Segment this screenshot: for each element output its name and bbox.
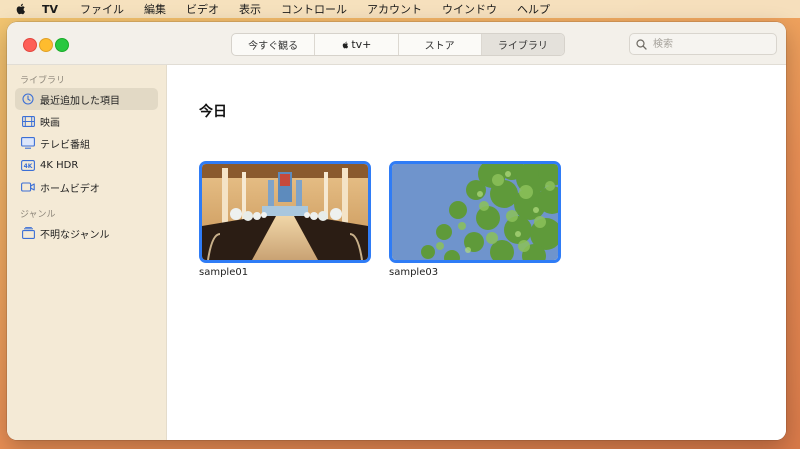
apple-logo-icon [343, 41, 349, 48]
video-tile-sample03[interactable]: sample03 [389, 161, 561, 278]
menu-bar: TV ファイル 編集 ビデオ 表示 コントロール アカウント ウインドウ ヘルプ [0, 0, 800, 18]
search-field[interactable] [629, 33, 777, 55]
menu-app-tv[interactable]: TV [42, 3, 58, 16]
menu-view[interactable]: 表示 [239, 1, 261, 17]
menu-edit[interactable]: 編集 [144, 1, 166, 17]
video-title: sample01 [199, 267, 249, 278]
tab-library[interactable]: ライブラリ [481, 34, 564, 55]
tab-apple-tv-plus[interactable]: tv+ [315, 34, 399, 55]
tab-watch-now[interactable]: 今すぐ観る [232, 34, 316, 55]
menu-controls[interactable]: コントロール [281, 1, 347, 17]
zoom-window-button[interactable] [55, 38, 69, 52]
menu-video[interactable]: ビデオ [186, 1, 219, 17]
tv-app-window: 今すぐ観る tv+ ストア ライブラリ ライブラ [7, 22, 786, 440]
video-thumbnail-tree[interactable] [389, 161, 561, 263]
video-thumbnail-chapel[interactable] [199, 161, 371, 263]
sidebar-item-4k-hdr[interactable]: 4K 4K HDR [15, 154, 158, 176]
video-camera-icon [21, 181, 35, 193]
sidebar-item-unknown-genre[interactable]: 不明なジャンル [15, 222, 158, 244]
minimize-window-button[interactable] [39, 38, 53, 52]
sidebar: ライブラリ 最近追加した項目 映画 テレビ番組 4K 4K HDR ホームビデオ… [7, 65, 167, 440]
sidebar-item-home-videos[interactable]: ホームビデオ [15, 176, 158, 198]
menu-window[interactable]: ウインドウ [442, 1, 497, 17]
top-tabs: 今すぐ観る tv+ ストア ライブラリ [231, 33, 565, 56]
sidebar-item-recently-added[interactable]: 最近追加した項目 [15, 88, 158, 110]
clock-icon [21, 93, 35, 105]
tab-store-label: ストア [424, 41, 455, 52]
video-title: sample03 [389, 267, 439, 278]
4k-icon: 4K [21, 159, 35, 171]
section-heading-today: 今日 [199, 104, 227, 120]
tab-store[interactable]: ストア [399, 34, 482, 55]
sidebar-item-label: ホームビデオ [40, 183, 100, 195]
sidebar-item-label: テレビ番組 [40, 139, 90, 151]
search-input[interactable] [651, 37, 765, 51]
sidebar-section-library: ライブラリ [20, 76, 66, 86]
library-content: 今日 sample01 sample03 [167, 65, 786, 440]
menu-file[interactable]: ファイル [80, 1, 124, 17]
tab-library-label: ライブラリ [497, 41, 548, 52]
sidebar-item-tv-shows[interactable]: テレビ番組 [15, 132, 158, 154]
tab-watch-now-label: 今すぐ観る [248, 41, 299, 52]
film-icon [21, 115, 35, 127]
apple-icon[interactable] [14, 2, 28, 16]
sidebar-item-label: 最近追加した項目 [40, 95, 120, 107]
search-icon [636, 38, 647, 50]
close-window-button[interactable] [23, 38, 37, 52]
sidebar-item-label: 4K HDR [40, 159, 79, 171]
svg-text:4K: 4K [24, 163, 33, 170]
genre-stack-icon [21, 227, 35, 239]
tree-sky-image [392, 164, 558, 260]
sidebar-item-label: 映画 [40, 117, 60, 129]
title-bar: 今すぐ観る tv+ ストア ライブラリ [7, 22, 786, 65]
menu-help[interactable]: ヘルプ [517, 1, 550, 17]
video-tile-sample01[interactable]: sample01 [199, 161, 371, 278]
sidebar-item-movies[interactable]: 映画 [15, 110, 158, 132]
sidebar-section-genres: ジャンル [20, 210, 56, 220]
chapel-aisle-image [202, 164, 368, 260]
tab-apple-tv-plus-label: tv+ [351, 38, 372, 51]
menu-account[interactable]: アカウント [367, 1, 422, 17]
tv-icon [21, 137, 35, 149]
sidebar-item-label: 不明なジャンル [40, 229, 110, 241]
